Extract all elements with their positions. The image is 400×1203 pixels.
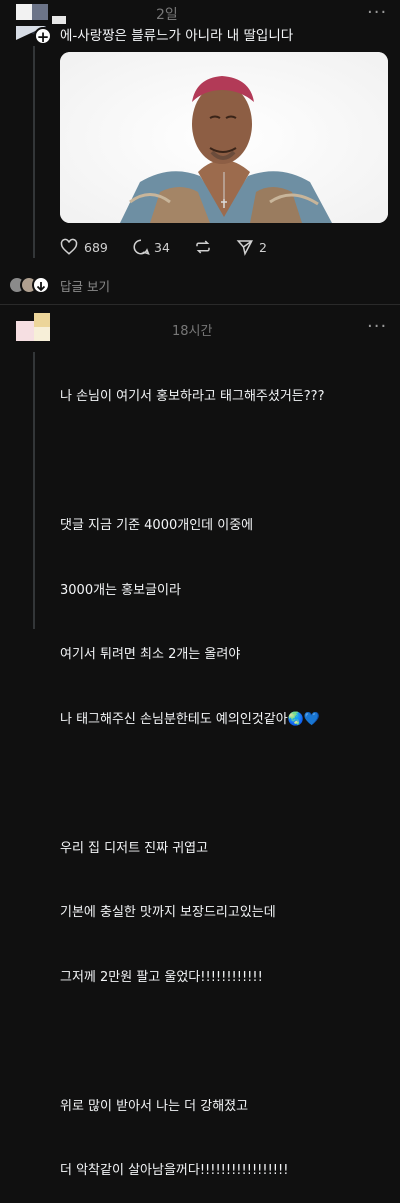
divider xyxy=(0,304,400,305)
post-line: 나 태그해주신 손님분한테도 예의인것같아🌏💙 xyxy=(60,711,321,727)
thread-line xyxy=(33,352,35,629)
post-line xyxy=(60,1031,324,1053)
post-line: 댓글 지금 기준 4000개인데 이중에 xyxy=(60,518,254,533)
post-line: 나 손님이 여기서 홍보하라고 태그해주셨거든??? xyxy=(60,389,325,404)
like-count: 689 xyxy=(84,240,108,255)
post-line: 그저께 2만원 팔고 울었다!!!!!!!!!!!! xyxy=(60,969,263,985)
post-line: 여기서 튀려면 최소 2개는 올려야 xyxy=(60,647,241,662)
post-time: 2일 xyxy=(156,7,178,23)
post-line: 우리 집 디저트 진짜 귀엽고 xyxy=(60,840,209,856)
expand-replies-icon[interactable] xyxy=(32,276,50,294)
view-replies-link[interactable]: 답글 보기 xyxy=(60,276,110,295)
avatar[interactable] xyxy=(16,313,52,351)
heart-icon[interactable] xyxy=(60,238,78,260)
post-line: 3000개는 홍보글이라 xyxy=(60,582,181,598)
post-time: 18시간 xyxy=(172,324,213,339)
share-icon[interactable] xyxy=(236,238,254,260)
repost-icon[interactable] xyxy=(194,238,212,260)
more-options-icon[interactable]: ··· xyxy=(367,2,387,23)
post-line: 더 악착같이 살아남을꺼다!!!!!!!!!!!!!!!!! xyxy=(60,1163,289,1178)
follow-plus-icon[interactable]: + xyxy=(34,27,52,46)
share-count: 2 xyxy=(259,240,267,255)
post-line xyxy=(60,451,324,473)
post-line: 기본에 충실한 맛까지 보장드리고있는데 xyxy=(60,905,276,920)
more-options-icon[interactable]: ··· xyxy=(367,316,387,337)
post-image[interactable] xyxy=(60,52,388,223)
post-body: 나 손님이 여기서 홍보하라고 태그해주셨거든??? 댓글 지금 기준 4000… xyxy=(60,343,324,1203)
comment-icon[interactable] xyxy=(132,238,150,260)
post-line xyxy=(60,773,324,795)
thread-line xyxy=(33,46,35,258)
post-text: 에-사랑짱은 블류느가 아니라 내 딸입니다 xyxy=(60,28,294,44)
comment-count: 34 xyxy=(154,240,170,255)
username-redacted[interactable] xyxy=(52,16,66,24)
post-line: 위로 많이 받아서 나는 더 강해졌고 xyxy=(60,1098,249,1114)
